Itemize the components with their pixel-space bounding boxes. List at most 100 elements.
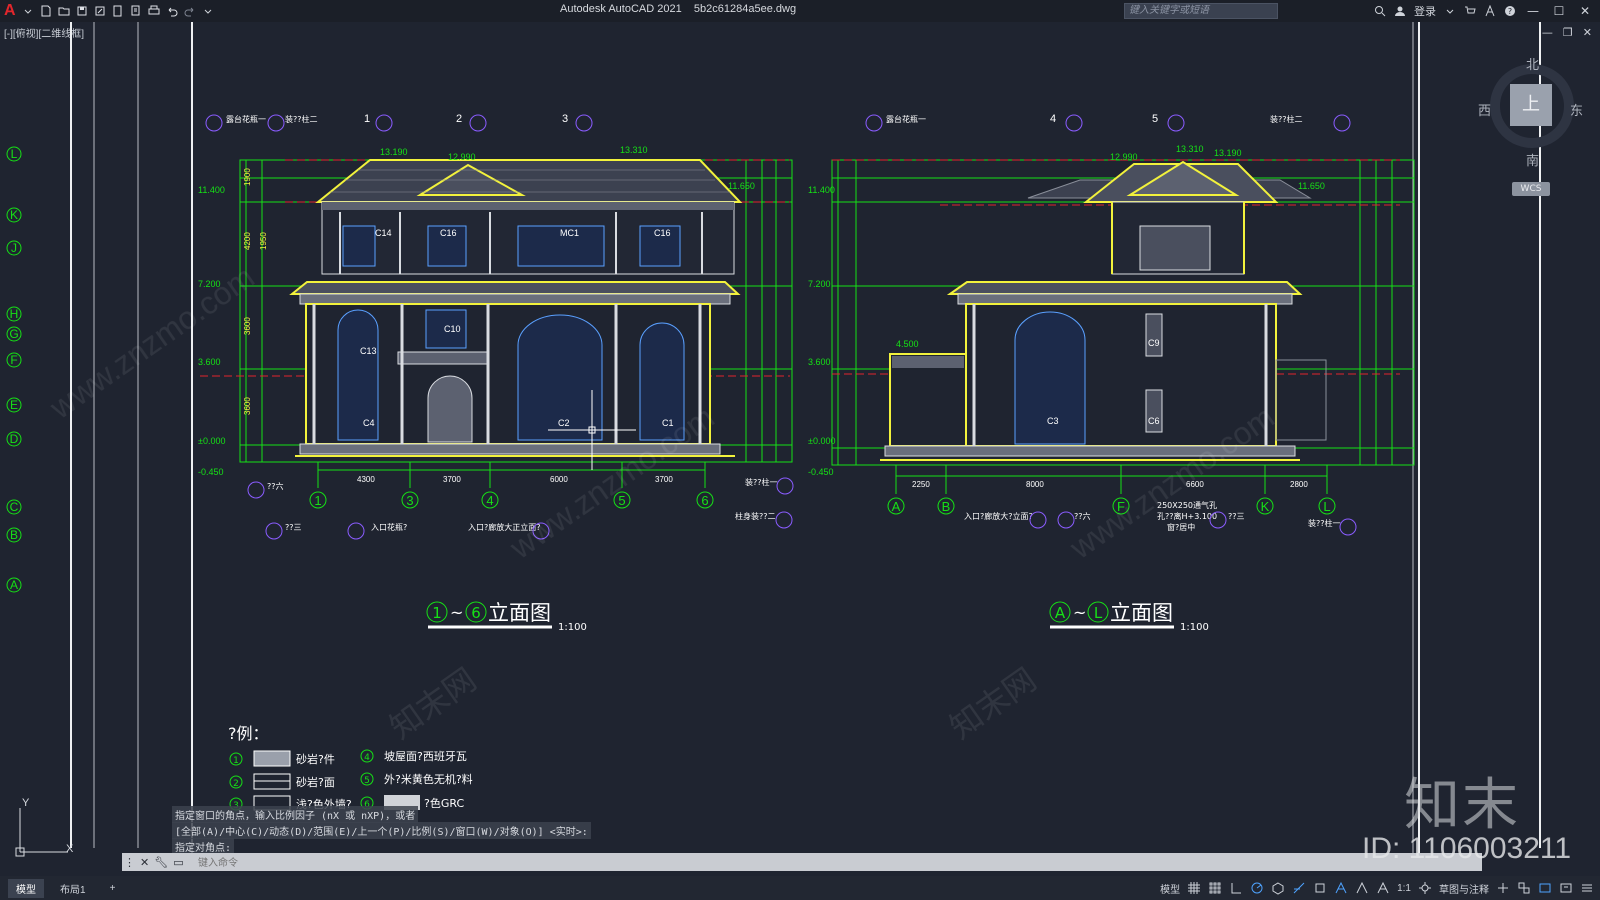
annotation-scale-value[interactable]: 1:1 <box>1397 883 1411 894</box>
workspace-switch[interactable]: 草图与注释 <box>1439 881 1489 896</box>
isolate-objects-icon[interactable] <box>1517 881 1531 895</box>
title-axis-a: A <box>1055 604 1066 622</box>
annotation-visibility-icon[interactable] <box>1334 881 1348 895</box>
gear-icon[interactable] <box>1418 881 1432 895</box>
compass-north[interactable]: 北 <box>1526 54 1539 73</box>
ortho-icon[interactable] <box>1229 881 1243 895</box>
axis-label: B <box>942 499 951 514</box>
elev1-axis-bubbles: 1 3 4 5 6 <box>309 491 714 509</box>
window-label: C16 <box>440 228 457 238</box>
minimize-button[interactable]: — <box>1524 4 1542 18</box>
legend-item: 1 砂岩?件 <box>229 750 335 767</box>
autocad-app-menu-button[interactable]: A <box>4 2 16 20</box>
compass-east[interactable]: 东 <box>1570 100 1583 119</box>
window-label: C4 <box>363 418 375 428</box>
annotation-scale-icon[interactable] <box>1376 881 1390 895</box>
cart-icon[interactable] <box>1464 5 1476 17</box>
titlebar-right-controls: 登录 ? — ☐ ✕ <box>1374 0 1600 22</box>
open-folder-icon[interactable] <box>58 5 70 17</box>
grid-bubble: D <box>6 431 22 447</box>
elev1-axis-top: 1 2 3 <box>364 113 568 125</box>
grid-bubble-label: F <box>10 353 17 367</box>
grid-bubble: C <box>6 499 22 515</box>
customize-wrench-icon[interactable]: 🔧︎ <box>154 856 168 869</box>
grid-bubble-label: K <box>10 208 18 222</box>
dim-label: 3600 <box>243 397 252 415</box>
snap-icon[interactable] <box>1208 881 1222 895</box>
status-bar: 模型 布局1 + 模型 1:1 草图与注释 <box>0 876 1600 900</box>
drawing-canvas[interactable]: L K J H G F E D C B A C14 C16 MC1 C16 C1… <box>0 22 1600 878</box>
axis-label: L <box>1323 499 1330 514</box>
ucs-icon: Y X <box>15 797 74 857</box>
elev2-dims-bottom: 2250 8000 6600 2800 <box>912 480 1308 489</box>
auto-scale-icon[interactable] <box>1355 881 1369 895</box>
hardware-acceleration-icon[interactable] <box>1538 881 1552 895</box>
object-snap-icon[interactable] <box>1313 881 1327 895</box>
redo-icon[interactable] <box>184 5 196 17</box>
polar-tracking-icon[interactable] <box>1250 881 1264 895</box>
help-icon[interactable]: ? <box>1504 5 1516 17</box>
axis-label: 1 <box>314 493 321 508</box>
vent-note: 孔??离H+3.100 <box>1157 511 1217 521</box>
level-label: 13.190 <box>380 147 408 157</box>
tab-model[interactable]: 模型 <box>8 878 44 898</box>
grid-icon[interactable] <box>1187 881 1201 895</box>
close-button[interactable]: ✕ <box>1576 4 1594 18</box>
command-input[interactable] <box>196 855 1480 871</box>
level-label: 11.400 <box>808 185 835 195</box>
dim-label: 1950 <box>259 232 268 250</box>
undo-icon[interactable] <box>166 5 178 17</box>
search-icon[interactable] <box>1374 5 1386 17</box>
viewcube[interactable]: 上 北 南 东 西 <box>1478 58 1583 169</box>
watermark-brand-text: 知末网 <box>383 661 482 746</box>
grid-bubble: G <box>6 326 22 342</box>
chevron-down-icon[interactable] <box>1444 5 1456 17</box>
grid-bubble-label: H <box>10 307 19 321</box>
save-icon[interactable] <box>76 5 88 17</box>
plot-icon[interactable] <box>130 5 142 17</box>
add-layout-button[interactable]: + <box>102 881 124 896</box>
wcs-menu[interactable]: WCS <box>1512 182 1550 196</box>
axis-label: 5 <box>1152 113 1158 125</box>
window-label: C9 <box>1148 338 1160 348</box>
dim-label: 2800 <box>1290 480 1308 489</box>
maximize-button[interactable]: ☐ <box>1550 4 1568 18</box>
legend-label: 外?米黄色无机?料 <box>384 772 473 786</box>
compass-south[interactable]: 南 <box>1526 150 1539 169</box>
plus-icon[interactable] <box>1496 881 1510 895</box>
menu-icon[interactable] <box>1580 881 1594 895</box>
dim-label: 6000 <box>550 475 568 484</box>
save-as-icon[interactable] <box>94 5 106 17</box>
callout-label: 装??柱二 <box>285 114 318 124</box>
legend-label: 坡屋面?西班牙瓦 <box>384 750 467 763</box>
window-label: C3 <box>1047 416 1059 426</box>
recent-commands-icon[interactable]: ▭ <box>173 856 183 869</box>
tab-layout1[interactable]: 布局1 <box>52 879 94 898</box>
grip-icon[interactable]: ⋮ <box>124 856 135 869</box>
legend-item: 4 坡屋面?西班牙瓦 <box>360 749 467 763</box>
publish-icon[interactable] <box>112 5 124 17</box>
compass-west[interactable]: 西 <box>1478 100 1491 119</box>
clean-screen-icon[interactable] <box>1559 881 1573 895</box>
elev2-roof <box>1027 160 1312 203</box>
close-command-icon[interactable]: ✕ <box>140 856 149 869</box>
customize-dropdown-icon[interactable] <box>202 5 214 17</box>
new-file-icon[interactable] <box>40 5 52 17</box>
search-input[interactable]: 键入关键字或短语 <box>1124 3 1278 19</box>
user-icon[interactable] <box>1394 5 1406 17</box>
window-label: C2 <box>558 418 570 428</box>
callout-label: 露台花瓶一 <box>226 114 266 124</box>
grid-bubble-label: E <box>10 398 18 412</box>
callout-label: 装??柱一 <box>1308 518 1341 528</box>
model-space-button[interactable]: 模型 <box>1160 881 1180 896</box>
elev1-roof <box>315 159 743 203</box>
axis-bubble: 3 <box>401 491 419 509</box>
legend-label: 砂岩?面 <box>296 775 335 789</box>
autodesk-a360-icon[interactable] <box>1484 4 1496 17</box>
isodraft-icon[interactable] <box>1271 881 1285 895</box>
viewcube-top-face[interactable]: 上 <box>1510 84 1552 126</box>
sign-in-link[interactable]: 登录 <box>1414 3 1436 19</box>
object-snap-tracking-icon[interactable] <box>1292 881 1306 895</box>
dropdown-arrow-icon[interactable] <box>22 5 34 17</box>
print-icon[interactable] <box>148 5 160 17</box>
